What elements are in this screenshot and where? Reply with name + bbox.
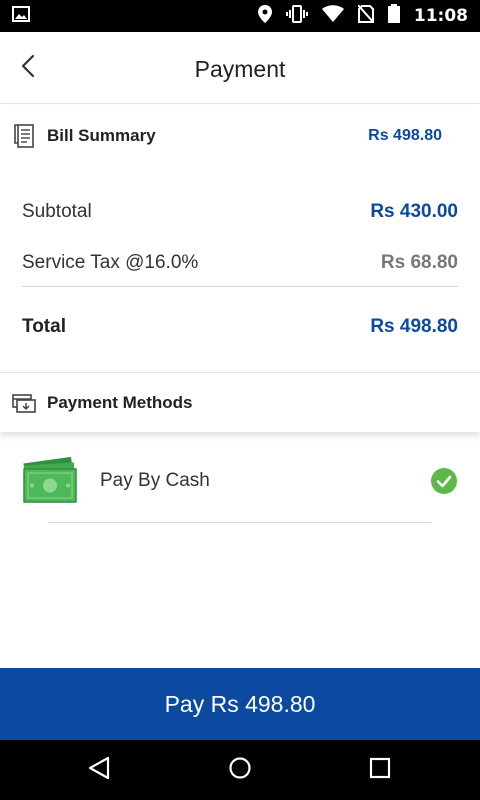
- nav-recents-icon: [369, 757, 391, 784]
- divider: [22, 286, 458, 287]
- app-bar: Payment: [0, 32, 480, 104]
- status-bar: 11:08: [0, 0, 480, 32]
- check-circle-icon: [431, 468, 457, 494]
- bill-summary-label: Bill Summary: [47, 126, 156, 145]
- cash-icon: [20, 456, 80, 504]
- location-icon: [257, 4, 272, 28]
- bill-summary-header: Bill Summary Rs 498.80: [0, 105, 480, 167]
- nav-home-icon: [228, 756, 252, 785]
- receipt-icon: [12, 123, 36, 149]
- subtotal-value: Rs 430.00: [370, 201, 458, 222]
- subtotal-label: Subtotal: [22, 201, 92, 222]
- total-row: Total Rs 498.80: [22, 316, 458, 338]
- subtotal-row: Subtotal Rs 430.00: [22, 201, 458, 223]
- pay-button[interactable]: Pay Rs 498.80: [0, 668, 480, 740]
- nav-back-button[interactable]: [86, 756, 112, 785]
- service-tax-label: Service Tax @16.0%: [22, 252, 199, 273]
- no-sim-icon: [357, 3, 375, 28]
- payment-methods-header: Payment Methods: [0, 372, 480, 432]
- divider: [48, 522, 431, 523]
- total-label: Total: [22, 316, 66, 337]
- battery-icon: [387, 4, 400, 28]
- service-tax-value: Rs 68.80: [380, 252, 458, 273]
- service-tax-row: Service Tax @16.0% Rs 68.80: [22, 252, 458, 274]
- nav-recents-button[interactable]: [367, 757, 393, 783]
- payment-methods-label: Payment Methods: [47, 392, 193, 412]
- payment-method-cash[interactable]: Pay By Cash: [0, 440, 480, 524]
- vibrate-icon: [285, 4, 308, 28]
- total-value: Rs 498.80: [370, 316, 458, 337]
- pay-by-cash-label: Pay By Cash: [100, 470, 210, 491]
- page-title: Payment: [194, 56, 286, 82]
- navigation-bar: [0, 740, 480, 800]
- payment-card-icon: [12, 390, 36, 416]
- nav-home-button[interactable]: [227, 756, 253, 785]
- bill-details: Subtotal Rs 430.00 Service Tax @16.0% Rs…: [0, 167, 480, 372]
- wifi-icon: [321, 5, 344, 27]
- nav-back-icon: [88, 756, 110, 785]
- image-icon: [12, 5, 30, 27]
- clock: 11:08: [413, 6, 468, 26]
- bill-summary-amount: Rs 498.80: [368, 127, 442, 144]
